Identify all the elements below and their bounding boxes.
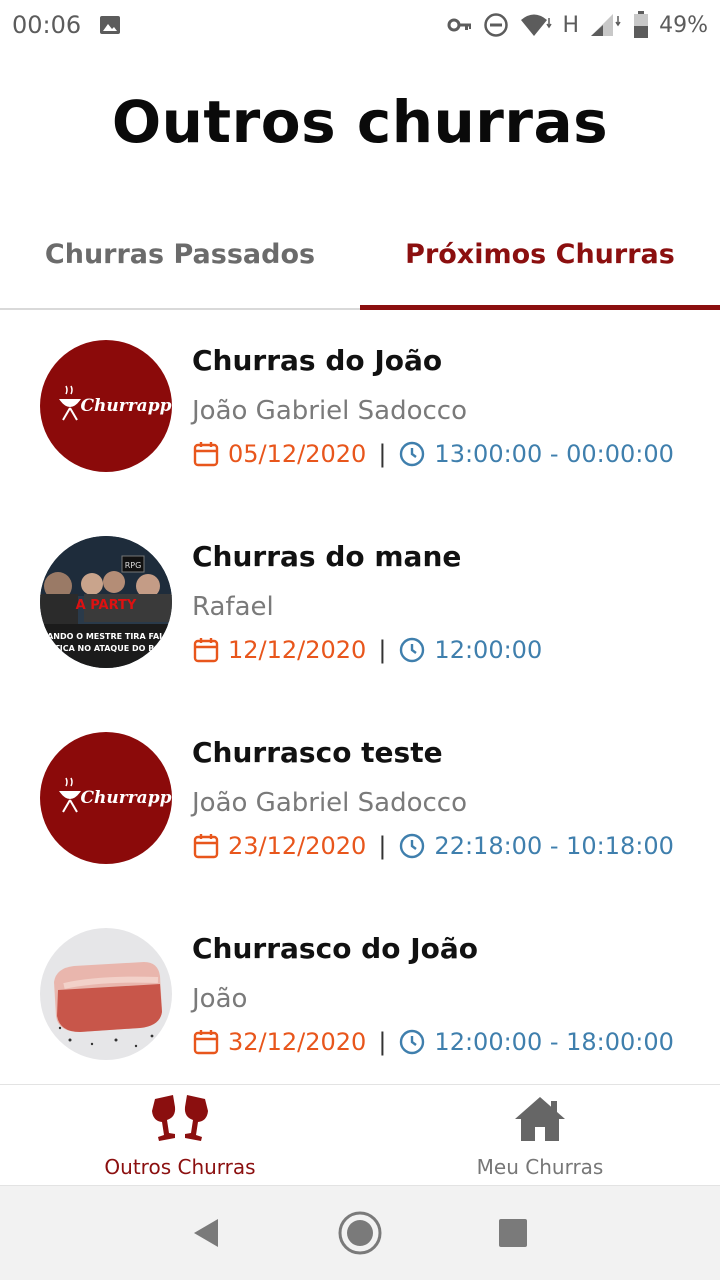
event-date: 12/12/2020 <box>228 636 367 664</box>
status-bar: 00:06 H 49% <box>0 0 720 50</box>
home-circle-icon <box>338 1211 382 1255</box>
event-title: Churrasco do João <box>192 932 478 965</box>
separator: | <box>378 440 387 468</box>
clock-icon <box>398 636 426 664</box>
event-meta: 32/12/2020 | 12:00:00 - 18:00:00 <box>192 1028 674 1056</box>
event-list: Churrapp Churras do João João Gabriel Sa… <box>0 312 720 1084</box>
bottom-nav: Outros Churras Meu Churras <box>0 1084 720 1186</box>
home-icon <box>511 1093 569 1149</box>
clock-icon <box>398 440 426 468</box>
recents-button[interactable] <box>483 1203 543 1263</box>
meme-caption-2: RÍTICA NO ATAQUE DO BOS <box>45 642 167 653</box>
clock-icon <box>398 832 426 860</box>
vpn-key-icon <box>447 17 473 33</box>
event-title: Churras do João <box>192 344 443 377</box>
avatar <box>40 928 172 1060</box>
event-host: João Gabriel Sadocco <box>192 788 468 818</box>
tab-label: Churras Passados <box>44 238 316 270</box>
event-host: Rafael <box>192 592 274 622</box>
list-item[interactable]: Churrasco do João João 32/12/2020 | 12:0… <box>0 900 720 1084</box>
wifi-icon <box>519 12 553 38</box>
tab-label: Próximos Churras <box>405 238 675 270</box>
event-time: 22:18:00 - 10:18:00 <box>434 832 674 860</box>
meme-badge: RPG <box>125 561 142 570</box>
nav-outros-churras[interactable]: Outros Churras <box>0 1085 360 1185</box>
event-host: João Gabriel Sadocco <box>192 396 468 426</box>
tab-next-churras[interactable]: Próximos Churras <box>360 200 720 310</box>
event-time: 13:00:00 - 00:00:00 <box>434 440 674 468</box>
avatar: Churrapp <box>40 732 172 864</box>
event-time: 12:00:00 <box>434 636 543 664</box>
nav-label: Meu Churras <box>476 1155 604 1179</box>
logo-text: Churrapp <box>81 396 172 416</box>
system-navigation-bar <box>0 1186 720 1280</box>
avatar: Churrapp <box>40 340 172 472</box>
avatar: RPG A PARTY OBANDO O MESTRE TIRA FALHO R… <box>40 536 172 668</box>
back-button[interactable] <box>177 1203 237 1263</box>
list-item[interactable]: Churrapp Churrasco teste João Gabriel Sa… <box>0 704 720 900</box>
event-title: Churras do mane <box>192 540 462 573</box>
wine-glasses-icon <box>149 1093 211 1149</box>
battery-percent: 49% <box>659 12 708 38</box>
event-meta: 23/12/2020 | 22:18:00 - 10:18:00 <box>192 832 674 860</box>
signal-icon <box>589 12 623 38</box>
event-time: 12:00:00 - 18:00:00 <box>434 1028 674 1056</box>
do-not-disturb-icon <box>483 12 509 38</box>
image-notification-icon <box>99 15 121 35</box>
tab-past-churras[interactable]: Churras Passados <box>0 200 360 308</box>
event-title: Churrasco teste <box>192 736 443 769</box>
event-date: 32/12/2020 <box>228 1028 367 1056</box>
event-host: João <box>192 984 248 1014</box>
clock-icon <box>398 1028 426 1056</box>
calendar-icon <box>192 1028 220 1056</box>
event-date: 05/12/2020 <box>228 440 367 468</box>
calendar-icon <box>192 440 220 468</box>
page-title: Outros churras <box>111 88 609 156</box>
logo-text: Churrapp <box>81 788 172 808</box>
separator: | <box>378 636 387 664</box>
home-button[interactable] <box>330 1203 390 1263</box>
calendar-icon <box>192 636 220 664</box>
event-meta: 12/12/2020 | 12:00:00 <box>192 636 542 664</box>
network-type: H <box>562 12 580 38</box>
status-time: 00:06 <box>12 11 82 39</box>
nav-meu-churras[interactable]: Meu Churras <box>360 1085 720 1185</box>
list-item[interactable]: Churrapp Churras do João João Gabriel Sa… <box>0 312 720 508</box>
back-triangle-icon <box>193 1219 218 1247</box>
event-date: 23/12/2020 <box>228 832 367 860</box>
tab-bar: Churras Passados Próximos Churras <box>0 200 720 310</box>
nav-label: Outros Churras <box>104 1155 256 1179</box>
battery-icon <box>633 11 649 39</box>
meme-caption-1: OBANDO O MESTRE TIRA FALHO <box>40 632 172 641</box>
calendar-icon <box>192 832 220 860</box>
list-item[interactable]: RPG A PARTY OBANDO O MESTRE TIRA FALHO R… <box>0 508 720 704</box>
recents-square-icon <box>499 1219 528 1247</box>
event-meta: 05/12/2020 | 13:00:00 - 00:00:00 <box>192 440 674 468</box>
separator: | <box>378 1028 387 1056</box>
meme-banner: A PARTY <box>76 598 137 613</box>
separator: | <box>378 832 387 860</box>
